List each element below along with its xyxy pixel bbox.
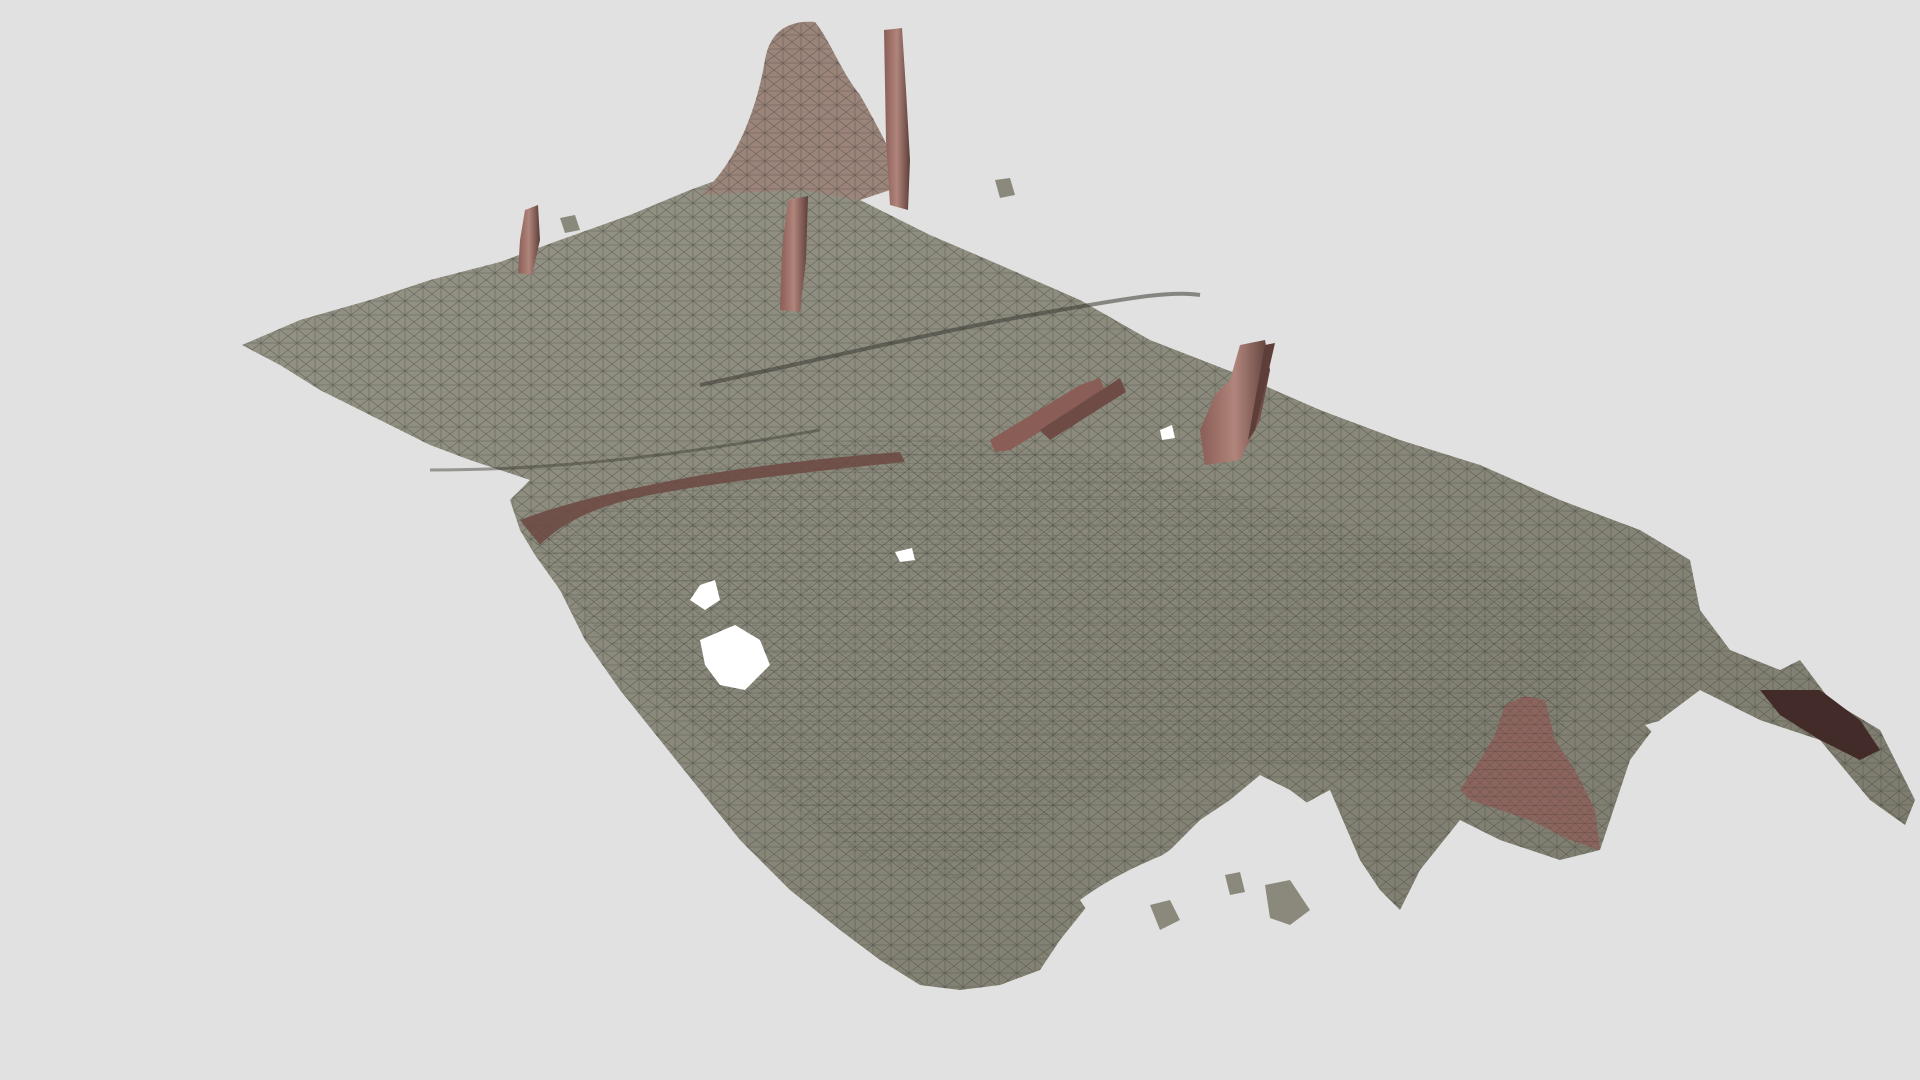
- fragment-4: [995, 178, 1015, 198]
- rock-peak-wire: [700, 21, 905, 201]
- fragment-1: [1265, 880, 1310, 925]
- 3d-viewport[interactable]: [0, 0, 1920, 1080]
- fragment-5: [560, 215, 580, 233]
- mesh-scene: [242, 21, 1915, 990]
